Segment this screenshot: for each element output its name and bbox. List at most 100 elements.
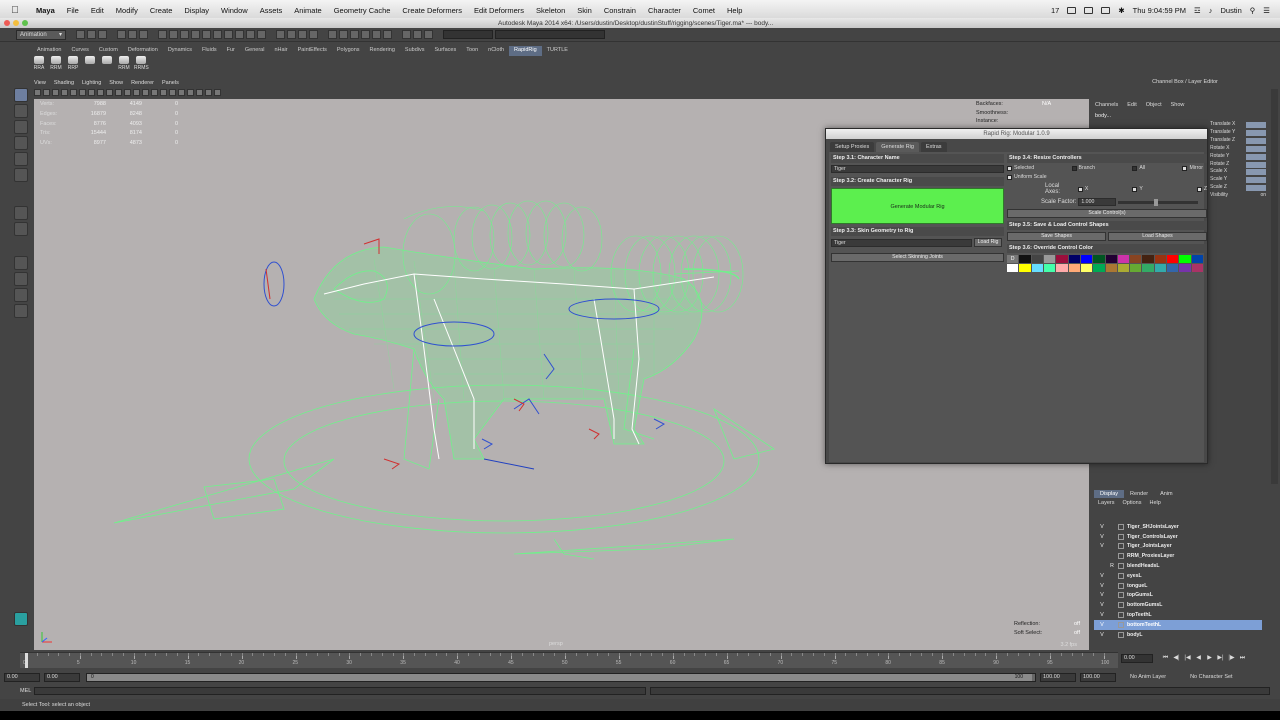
layer-row[interactable]: RRM_ProxiesLayer [1094,551,1262,561]
color-swatch[interactable] [1191,255,1203,263]
history-icon[interactable] [350,30,359,39]
layer-visibility-toggle[interactable]: V [1098,602,1106,608]
color-swatch[interactable] [1068,255,1080,263]
color-swatch[interactable] [1068,264,1080,272]
layer-color-swatch[interactable] [1118,523,1124,530]
menu-comet[interactable]: Comet [687,6,721,15]
layer-color-swatch[interactable] [1118,533,1124,540]
layer-color-swatch[interactable] [1118,553,1124,560]
scale-factor-slider[interactable] [1118,198,1199,206]
color-swatch[interactable] [1105,255,1117,263]
wifi-icon[interactable]: ☲ [1194,6,1201,15]
step-forward-frame-icon[interactable]: ▶| [1216,654,1225,663]
menu-help[interactable]: Help [721,6,748,15]
zoom-icon[interactable] [22,20,28,26]
playback-start-field[interactable]: 0.00 [44,672,80,682]
layer-row[interactable]: V Tiger_ControlsLayer [1094,532,1262,542]
scale-tool-icon[interactable] [14,168,28,182]
mask-icon[interactable] [257,30,266,39]
tab-render[interactable]: Render [1124,490,1154,498]
move-tool-icon[interactable] [14,136,28,150]
options-menu[interactable]: Options [1123,500,1142,506]
panel-menu-lighting[interactable]: Lighting [82,80,101,89]
snap-plane-icon[interactable] [309,30,318,39]
shelf-tab-deformation[interactable]: Deformation [123,46,163,56]
shelf-tab-toon[interactable]: Toon [461,46,483,56]
mask-icon[interactable] [235,30,244,39]
select-component-icon[interactable] [139,30,148,39]
layer-visibility-toggle[interactable]: V [1098,592,1106,598]
sync-icon[interactable] [1101,7,1111,14]
spotlight-icon[interactable]: ⚲ [1250,6,1256,15]
color-swatch[interactable] [1191,264,1203,272]
bookmark-icon[interactable] [52,89,59,96]
isolate-icon[interactable] [205,89,212,96]
shelf-tab-curves[interactable]: Curves [66,46,93,56]
layer-color-swatch[interactable] [1118,543,1124,550]
close-icon[interactable] [4,20,10,26]
menu-app[interactable]: Maya [30,6,61,15]
layer-row[interactable]: VtongueL [1094,581,1262,591]
history-icon[interactable] [372,30,381,39]
textured-icon[interactable] [160,89,167,96]
layout-icon[interactable] [14,288,28,302]
render-settings-icon[interactable] [424,30,433,39]
color-swatch[interactable] [1043,264,1056,272]
anim-layer-dropdown[interactable]: No Anim Layer [1130,673,1166,682]
clock[interactable]: Thu 9:04:59 PM [1133,6,1186,15]
shelf-tab-ncloth[interactable]: nCloth [483,46,509,56]
layer-color-swatch[interactable] [1118,631,1124,638]
menu-character[interactable]: Character [642,6,687,15]
menu-create-deformers[interactable]: Create Deformers [396,6,468,15]
layer-visibility-toggle[interactable]: V [1098,543,1106,549]
color-swatch[interactable] [1142,255,1154,263]
color-swatch[interactable] [1031,255,1043,263]
shelf-tab-custom[interactable]: Custom [94,46,123,56]
step-forward-key-icon[interactable]: |▶ [1227,654,1236,663]
shelf-tab-general[interactable]: General [240,46,270,56]
mask-icon[interactable] [169,30,178,39]
all-radio[interactable]: All [1132,165,1145,171]
color-swatch[interactable] [1117,264,1130,272]
selected-radio[interactable]: Selected [1007,165,1034,171]
layer-row[interactable]: VbodyL [1094,630,1262,640]
menu-file[interactable]: File [61,6,85,15]
menu-animate[interactable]: Animate [288,6,328,15]
channel-box-scrollbar[interactable] [1271,89,1278,484]
notification-badge[interactable]: 17 [1051,6,1059,15]
channel-visibility[interactable]: Visibility on [1210,192,1266,200]
layer-row[interactable]: VeyesL [1094,571,1262,581]
color-swatch[interactable] [1179,264,1191,272]
save-scene-icon[interactable] [98,30,107,39]
color-swatch[interactable] [1154,255,1167,263]
apple-icon[interactable]:  [0,5,30,16]
volume-icon[interactable]: ♪ [1209,6,1213,15]
color-swatch[interactable] [1142,264,1154,272]
range-slider-bar-fill[interactable] [87,673,1032,681]
layer-color-swatch[interactable] [1118,563,1124,570]
shelf-tab-subdivs[interactable]: Subdivs [400,46,430,56]
character-name-input[interactable]: Tiger [831,165,1004,173]
single-pane-icon[interactable] [14,206,28,220]
menu-skin[interactable]: Skin [571,6,598,15]
mask-icon[interactable] [191,30,200,39]
layer-color-swatch[interactable] [1118,582,1124,589]
quick-select-field[interactable] [443,30,493,39]
menu-window[interactable]: Window [215,6,254,15]
shelf-tab-polygons[interactable]: Polygons [332,46,365,56]
mask-icon[interactable] [246,30,255,39]
axis-z-checkbox[interactable]: Z [1196,186,1207,192]
shelf-tab-rapidrig[interactable]: RapidRig [509,46,542,56]
layer-row[interactable]: V Tiger_SHJointsLayer [1094,522,1262,532]
color-swatch[interactable] [1043,255,1056,263]
snap-curve-icon[interactable] [287,30,296,39]
menu-modify[interactable]: Modify [110,6,144,15]
layer-color-swatch[interactable] [1118,572,1124,579]
shelf-tab-surfaces[interactable]: Surfaces [429,46,461,56]
history-icon[interactable] [328,30,337,39]
new-scene-icon[interactable] [76,30,85,39]
go-to-end-icon[interactable]: ⏭ [1238,654,1247,663]
xray-icon[interactable] [187,89,194,96]
layers-menu[interactable]: Layers [1098,500,1115,506]
color-swatch[interactable] [1019,255,1031,263]
